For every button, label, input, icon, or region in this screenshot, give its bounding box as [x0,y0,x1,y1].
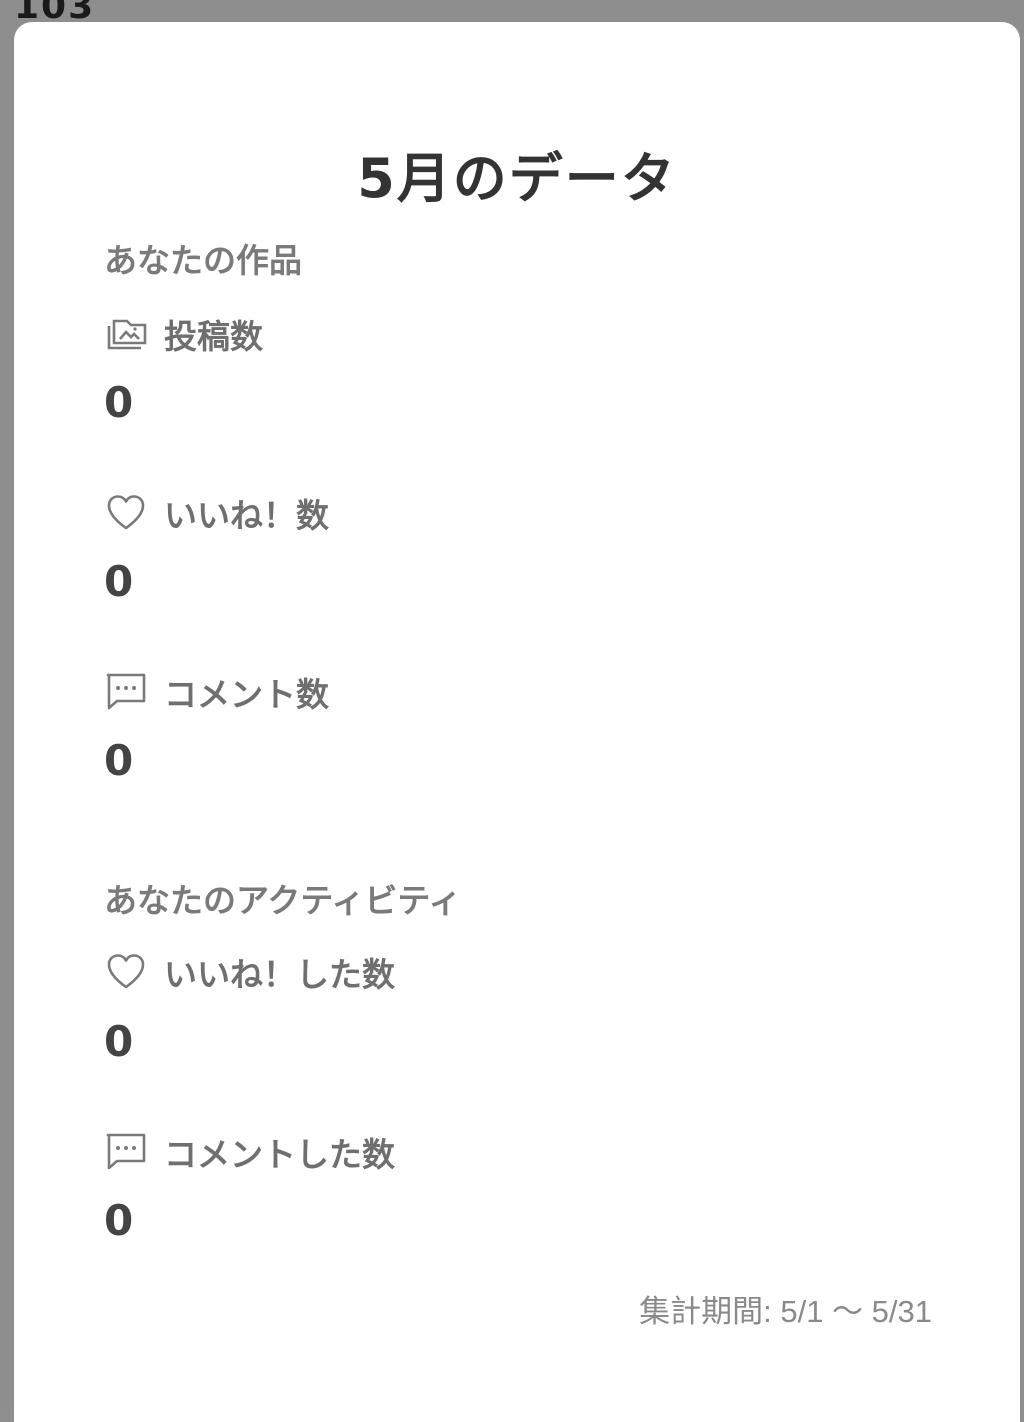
works-section-heading: あなたの作品 [104,241,302,280]
metric-value-comments-given: 0 [104,1196,134,1245]
metric-value-comments: 0 [104,736,134,785]
metric-likes: いいね！数 [104,491,329,535]
aggregation-period: 集計期間: 5/1 〜 5/31 [639,1294,932,1329]
comment-icon [104,1130,148,1174]
gallery-icon [104,312,148,356]
heart-icon [104,950,148,994]
modal-title: 5月のデータ [357,147,677,210]
metric-label: いいね！数 [164,496,329,535]
metric-label: コメントした数 [164,1135,395,1174]
comment-icon [104,670,148,714]
metric-label: 投稿数 [164,317,263,356]
metric-value-likes: 0 [104,557,134,606]
metric-label: いいね！した数 [164,955,395,994]
metric-label: コメント数 [164,675,329,714]
metric-posts: 投稿数 [104,312,263,356]
metric-likes-given: いいね！した数 [104,950,395,994]
activity-section-heading: あなたのアクティビティ [104,881,462,920]
monthly-data-modal: 5月のデータ あなたの作品 投稿数 0 いいね！数 0 コメント数 0 あなたの… [14,22,1020,1422]
metric-value-posts: 0 [104,378,134,427]
metric-comments-given: コメントした数 [104,1130,395,1174]
heart-icon [104,491,148,535]
metric-comments: コメント数 [104,670,329,714]
metric-value-likes-given: 0 [104,1017,134,1066]
